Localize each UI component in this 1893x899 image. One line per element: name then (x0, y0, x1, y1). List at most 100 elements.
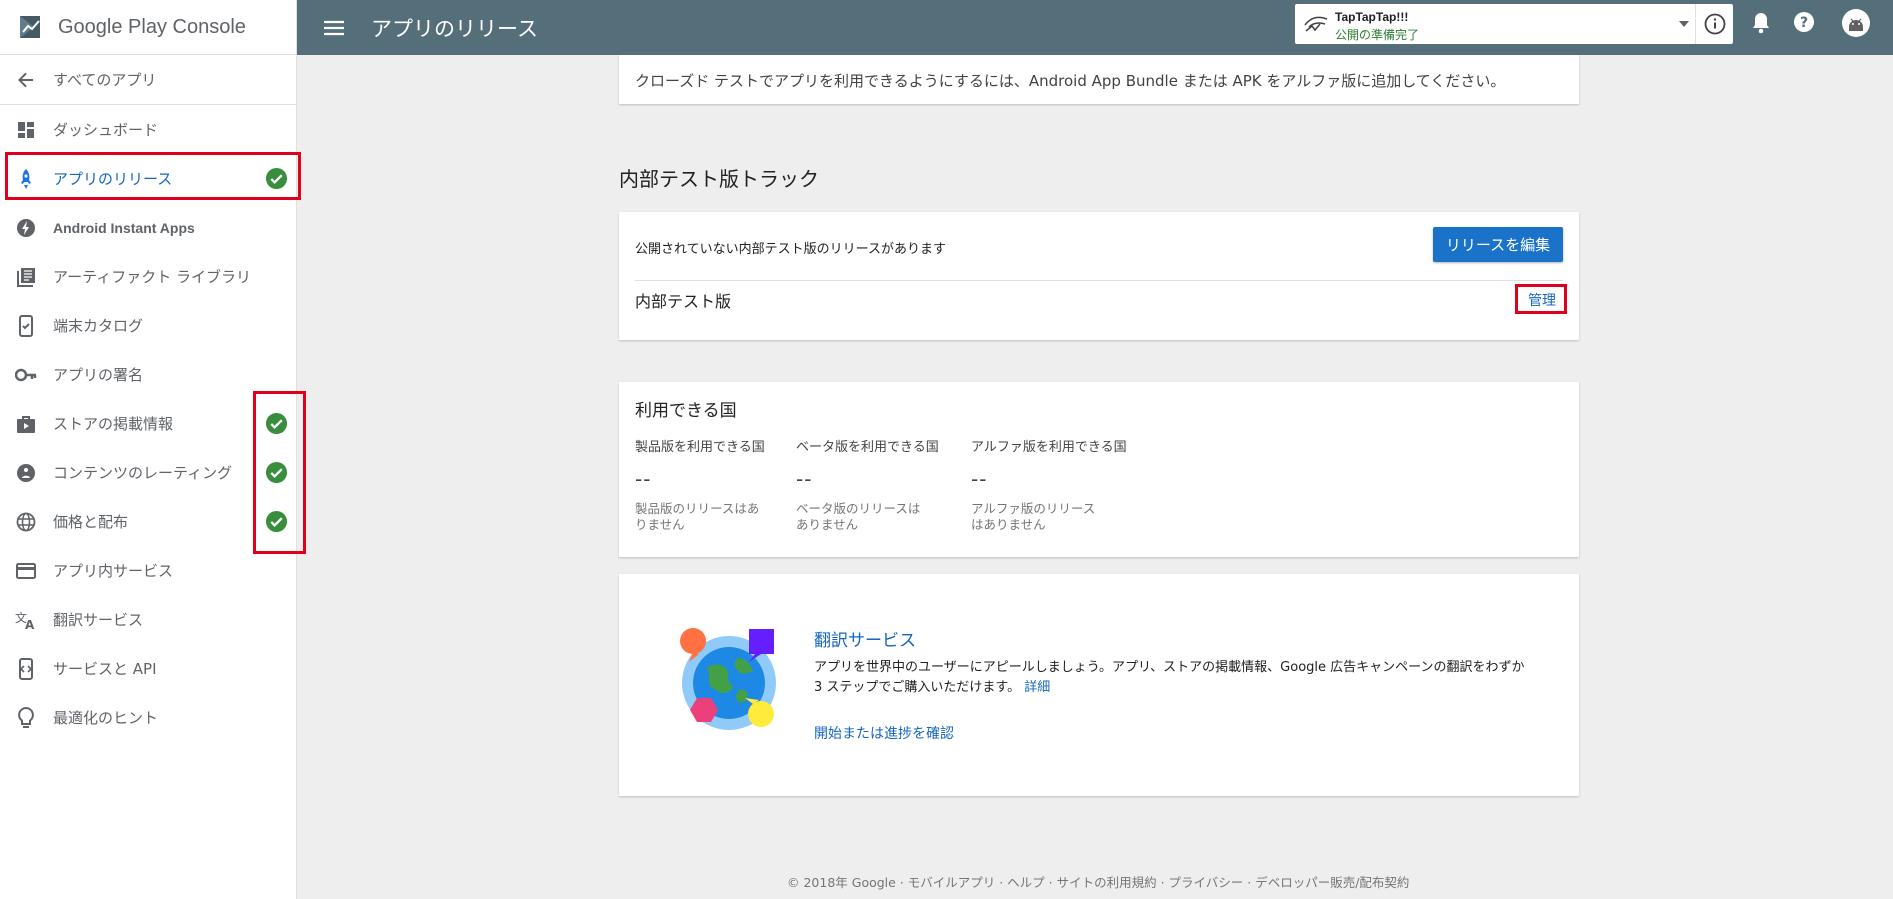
sidebar-item-device-catalog[interactable]: 端末カタログ (0, 301, 296, 350)
note-line: ありません (796, 517, 859, 532)
sidebar-item-label: 翻訳サービス (53, 611, 144, 629)
sidebar-item-in-app-products[interactable]: アプリ内サービス (0, 546, 296, 595)
sidebar-item-services-api[interactable]: サービスと API (0, 644, 296, 693)
note-line: 製品版のリリースはあ (635, 501, 760, 516)
arrow-back-icon (14, 68, 38, 92)
card-icon (14, 559, 38, 583)
divider (635, 280, 1563, 281)
check-circle-icon (265, 412, 288, 435)
sidebar-item-label: ダッシュボード (53, 121, 159, 139)
track-name: 内部テスト版 (635, 292, 732, 311)
sidebar-item-label: コンテンツのレーティング (53, 464, 233, 482)
back-label: すべてのアプリ (53, 71, 157, 89)
app-selector[interactable]: TapTapTap!!! 公開の準備完了 (1295, 4, 1733, 44)
note-line: アルファ版のリリース (971, 501, 1096, 516)
production-countries-column: 製品版を利用できる国 -- 製品版のリリースはあ りません (635, 436, 765, 533)
sidebar-item-store-listing[interactable]: ストアの掲載情報 (0, 399, 296, 448)
bolt-icon (14, 216, 38, 240)
library-icon (14, 265, 38, 289)
rocket-icon (14, 167, 38, 191)
sidebar-item-label: Android Instant Apps (53, 219, 195, 236)
sidebar-item-instant-apps[interactable]: Android Instant Apps (0, 203, 296, 252)
sidebar-item-label: 価格と配布 (53, 513, 129, 531)
sidebar-item-pricing-distribution[interactable]: 価格と配布 (0, 497, 296, 546)
description-line-2: 3 ステップでご購入いただけます。 詳細 (814, 678, 1544, 698)
alpha-countries-column: アルファ版を利用できる国 -- アルファ版のリリース はありません (971, 436, 1127, 533)
translation-globe-illustration (680, 628, 776, 730)
key-icon (14, 363, 38, 387)
translation-service-card: 翻訳サービス アプリを世界中のユーザーにアピールしましょう。アプリ、ストアの掲載… (619, 574, 1579, 796)
sidebar-item-app-releases[interactable]: アプリのリリース (0, 154, 296, 203)
available-countries-card: 利用できる国 製品版を利用できる国 -- 製品版のリリースはあ りません ベータ… (619, 382, 1579, 557)
menu-icon[interactable] (321, 20, 347, 36)
translate-icon: 文A (14, 608, 38, 632)
start-or-check-progress-link[interactable]: 開始または進捗を確認 (814, 723, 954, 743)
column-heading: 製品版を利用できる国 (635, 440, 765, 455)
svg-text:A: A (25, 618, 35, 630)
note-line: りません (635, 517, 685, 532)
app-name: TapTapTap!!! (1335, 10, 1409, 24)
column-heading: アルファ版を利用できる国 (971, 440, 1127, 455)
device-icon (14, 314, 38, 338)
app-status: 公開の準備完了 (1335, 28, 1420, 42)
countries-title: 利用できる国 (635, 401, 737, 421)
column-note: アルファ版のリリース はありません (971, 501, 1127, 533)
learn-more-link[interactable]: 詳細 (1024, 680, 1050, 695)
description-line: アプリを世界中のユーザーにアピールしましょう。アプリ、ストアの掲載情報、Goog… (814, 660, 1525, 675)
dashboard-icon (14, 118, 38, 142)
note-line: ベータ版のリリースは (796, 501, 921, 516)
globe-icon (14, 510, 38, 534)
help-icon[interactable]: ? (1793, 11, 1815, 33)
sidebar-item-label: 最適化のヒント (53, 709, 159, 727)
check-circle-icon (265, 461, 288, 484)
column-note: 製品版のリリースはあ りません (635, 501, 765, 533)
translation-title[interactable]: 翻訳サービス (814, 626, 916, 651)
app-thumbnail-icon (1304, 16, 1328, 32)
account-avatar-icon[interactable] (1841, 8, 1871, 38)
alpha-notice-text: クローズド テストでアプリを利用できるようにするには、Android App B… (635, 72, 1506, 90)
sidebar-item-app-signing[interactable]: アプリの署名 (0, 350, 296, 399)
play-console-logo-icon (20, 16, 40, 38)
rating-icon (14, 461, 38, 485)
check-circle-icon (265, 510, 288, 533)
beta-countries-column: ベータ版を利用できる国 -- ベータ版のリリースは ありません (796, 436, 939, 533)
api-icon (14, 657, 38, 681)
sidebar-item-artifact-library[interactable]: アーティファクト ライブラリ (0, 252, 296, 301)
internal-track-card: 公開されていない内部テスト版のリリースがあります リリースを編集 内部テスト版 … (619, 212, 1579, 340)
logo[interactable]: Google Play Console (0, 0, 296, 55)
column-note: ベータ版のリリースは ありません (796, 501, 939, 533)
footer: © 2018年 Google · モバイルアプリ · ヘルプ · サイトの利用規… (787, 875, 1410, 890)
store-icon (14, 412, 38, 436)
sidebar-item-dashboard[interactable]: ダッシュボード (0, 105, 296, 154)
edit-release-button[interactable]: リリースを編集 (1433, 227, 1563, 262)
sidebar-item-label: アプリの署名 (53, 366, 144, 384)
alpha-notice-card: クローズド テストでアプリを利用できるようにするには、Android App B… (619, 55, 1579, 104)
check-circle-icon (265, 167, 288, 190)
logo-text: Google Play Console (58, 15, 246, 38)
sidebar-item-label: サービスと API (53, 660, 157, 678)
top-app-bar: アプリのリリース TapTapTap!!! 公開の準備完了 ? (297, 0, 1893, 55)
back-to-all-apps[interactable]: すべてのアプリ (0, 55, 296, 105)
note-line: はありません (971, 517, 1046, 532)
sidebar-item-translation[interactable]: 文A 翻訳サービス (0, 595, 296, 644)
info-icon (1704, 13, 1725, 35)
sidebar-item-label: ストアの掲載情報 (53, 415, 174, 433)
sidebar-item-label: アーティファクト ライブラリ (53, 268, 251, 286)
sidebar-item-label: アプリ内サービス (53, 562, 174, 580)
app-info-button[interactable] (1695, 4, 1733, 44)
column-value: -- (635, 467, 652, 491)
column-value: -- (971, 467, 988, 491)
column-value: -- (796, 467, 813, 491)
column-heading: ベータ版を利用できる国 (796, 440, 939, 455)
notifications-icon[interactable] (1751, 11, 1771, 35)
sidebar-item-optimization-tips[interactable]: 最適化のヒント (0, 693, 296, 742)
translation-description: アプリを世界中のユーザーにアピールしましょう。アプリ、ストアの掲載情報、Goog… (814, 658, 1544, 698)
bulb-icon (14, 706, 38, 730)
manage-link[interactable]: 管理 (1528, 290, 1556, 310)
sidebar-item-label: アプリのリリース (53, 170, 173, 188)
chevron-down-icon (1679, 21, 1689, 27)
svg-text:?: ? (1800, 15, 1808, 31)
section-title-internal-track: 内部テスト版トラック (619, 167, 819, 191)
sidebar-item-content-rating[interactable]: コンテンツのレーティング (0, 448, 296, 497)
sidebar-item-label: 端末カタログ (53, 317, 144, 335)
